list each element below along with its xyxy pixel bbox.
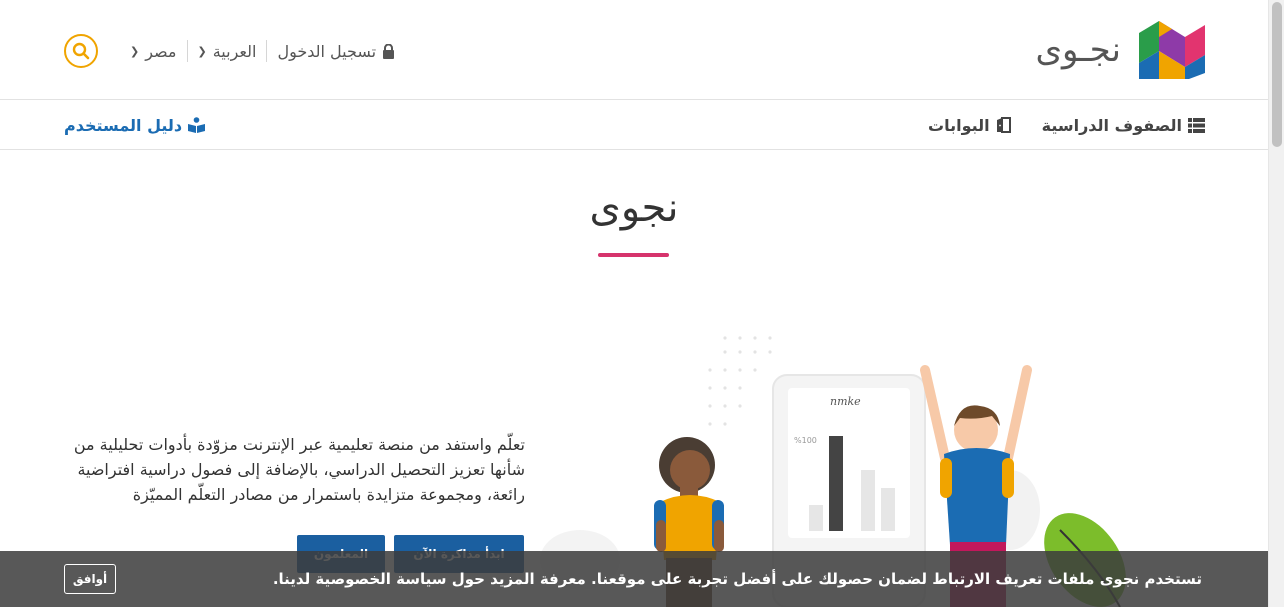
nav-classes-label: الصفوف الدراسية — [1041, 115, 1182, 135]
door-icon — [996, 117, 1011, 133]
page: نجـوى ❯ مصر ❯ العربية تسجيل الدخول الصفو… — [0, 0, 1268, 607]
grid-list-icon — [1188, 117, 1205, 133]
dot-pattern — [708, 336, 772, 426]
cookie-message: تستخدم نجوى ملفات تعريف الارتباط لضمان ح… — [272, 570, 1202, 588]
user-guide-label: دليل المستخدم — [64, 115, 183, 135]
vertical-scrollbar[interactable] — [1268, 0, 1284, 607]
nav-links: الصفوف الدراسية البوابات — [898, 100, 1205, 150]
search-button[interactable] — [64, 34, 98, 68]
chevron-down-icon: ❯ — [130, 44, 140, 58]
scrollbar-thumb[interactable] — [1272, 2, 1282, 147]
chevron-down-icon: ❯ — [197, 44, 207, 58]
header-utilities: ❯ مصر ❯ العربية تسجيل الدخول — [64, 33, 405, 69]
top-header: نجـوى ❯ مصر ❯ العربية تسجيل الدخول — [0, 0, 1268, 100]
nav-portals-label: البوابات — [928, 115, 990, 135]
user-guide-link[interactable]: دليل المستخدم — [64, 100, 206, 150]
logo-mark-icon — [1139, 21, 1205, 79]
login-label: تسجيل الدخول — [277, 41, 377, 61]
svg-text:nmke: nmke — [830, 395, 861, 408]
hero-description: تعلّم واستفد من منصة تعليمية عبر الإنترن… — [73, 435, 525, 504]
cookie-banner: تستخدم نجوى ملفات تعريف الارتباط لضمان ح… — [0, 551, 1268, 607]
language-label: العربية — [212, 41, 257, 61]
lock-icon — [383, 43, 395, 59]
language-selector[interactable]: ❯ العربية — [188, 42, 267, 61]
title-underline — [598, 253, 669, 257]
hero-title: نجوى — [589, 185, 679, 231]
nav-portals[interactable]: البوابات — [928, 116, 1012, 135]
book-reader-icon — [188, 117, 206, 133]
logo-text: نجـوى — [1035, 30, 1121, 70]
login-link[interactable]: تسجيل الدخول — [267, 42, 405, 61]
country-label: مصر — [145, 41, 177, 61]
country-selector[interactable]: ❯ مصر — [120, 42, 187, 61]
chart-label: %100 — [794, 436, 817, 445]
cookie-accept-button[interactable]: أوافق — [64, 564, 116, 594]
logo[interactable]: نجـوى — [1035, 20, 1205, 80]
main-nav: الصفوف الدراسية البوابات دليل المستخدم — [0, 100, 1268, 150]
nav-classes[interactable]: الصفوف الدراسية — [1042, 116, 1205, 135]
search-icon — [72, 42, 90, 60]
